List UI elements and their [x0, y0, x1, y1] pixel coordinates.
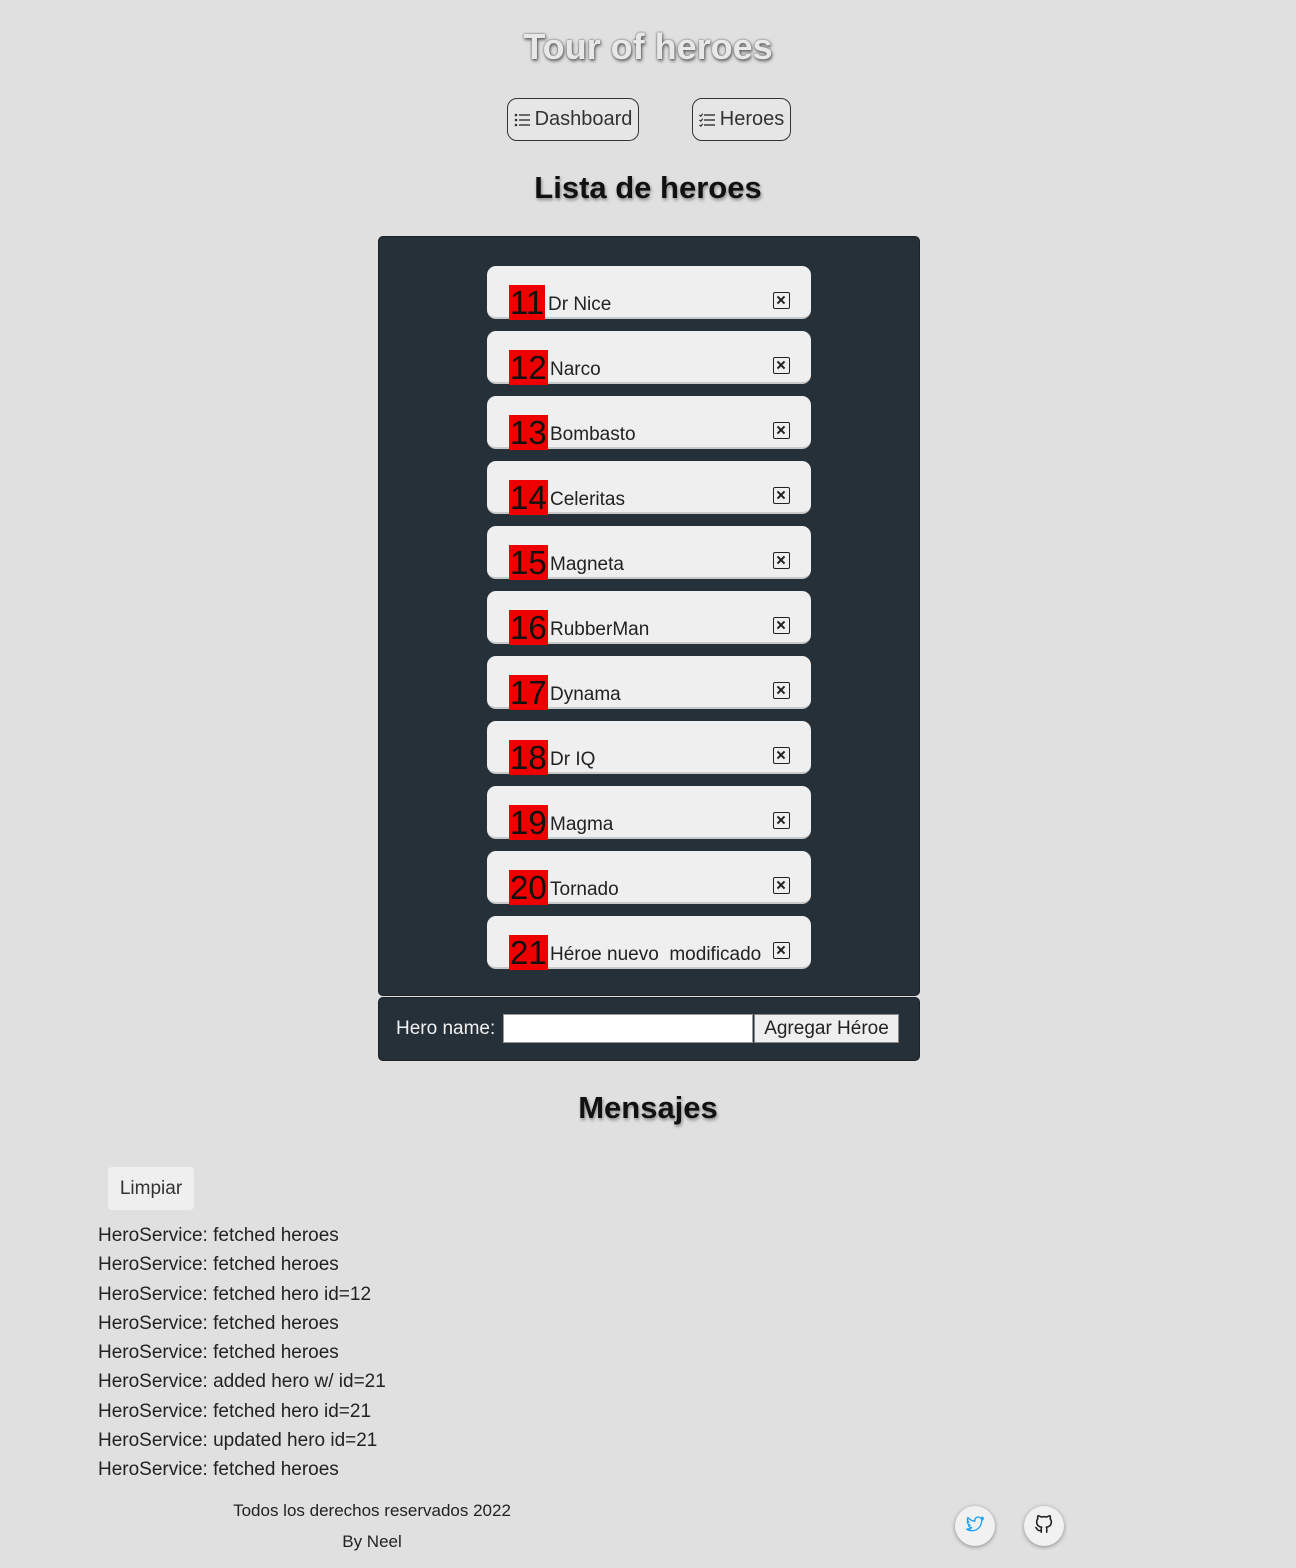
message-list: HeroService: fetched heroes HeroService:… [98, 1225, 386, 1489]
message-item: HeroService: fetched hero id=12 [98, 1283, 372, 1305]
hero-name: Dynama [550, 684, 621, 705]
delete-hero-button[interactable] [773, 942, 790, 959]
hero-name: Héroe nuevo modificado [550, 944, 762, 965]
hero-name: Tornado [550, 879, 619, 900]
hero-item[interactable]: 18 Dr IQ [487, 721, 811, 776]
hero-id-badge: 20 [509, 869, 548, 906]
hero-name: RubberMan [550, 619, 650, 640]
hero-name-input[interactable] [503, 1014, 753, 1043]
message-item: HeroService: fetched heroes [98, 1342, 339, 1364]
dashboard-button-label: Dashboard [534, 108, 633, 130]
delete-hero-button[interactable] [773, 487, 790, 504]
delete-hero-button[interactable] [773, 617, 790, 634]
delete-hero-button[interactable] [773, 292, 790, 309]
delete-hero-button[interactable] [773, 357, 790, 374]
twitter-link[interactable] [955, 1506, 995, 1546]
hero-name: Celeritas [550, 489, 625, 510]
delete-hero-button[interactable] [773, 747, 790, 764]
delete-hero-button[interactable] [773, 877, 790, 894]
hero-name-label: Hero name: [396, 1018, 496, 1039]
dashboard-button[interactable]: Dashboard [507, 98, 639, 141]
hero-item[interactable]: 12 Narco [487, 331, 811, 386]
footer-rights: Todos los derechos reservados 2022 [233, 1501, 511, 1520]
hero-id-badge: 15 [509, 544, 548, 581]
delete-hero-button[interactable] [773, 682, 790, 699]
message-item: HeroService: fetched heroes [98, 1254, 339, 1276]
hero-name: Magma [550, 814, 614, 835]
hero-item[interactable]: 19 Magma [487, 786, 811, 841]
message-item: HeroService: updated hero id=21 [98, 1430, 378, 1452]
list-icon [514, 113, 530, 127]
hero-item[interactable]: 21 Héroe nuevo modificado [487, 916, 811, 971]
hero-id-badge: 16 [509, 609, 548, 646]
hero-id-badge: 14 [509, 479, 548, 516]
message-item: HeroService: added hero w/ id=21 [98, 1371, 386, 1393]
hero-item[interactable]: 13 Bombasto [487, 396, 811, 451]
hero-id-badge: 21 [509, 934, 548, 971]
delete-hero-button[interactable] [773, 552, 790, 569]
message-item: HeroService: fetched hero id=21 [98, 1400, 372, 1422]
hero-id-badge: 17 [509, 674, 548, 711]
twitter-icon [964, 1514, 986, 1539]
app-title: Tour of heroes [523, 26, 773, 67]
hero-item[interactable]: 17 Dynama [487, 656, 811, 711]
message-item: HeroService: fetched heroes [98, 1459, 339, 1481]
delete-hero-button[interactable] [773, 812, 790, 829]
hero-item[interactable]: 20 Tornado [487, 851, 811, 906]
list-check-icon [698, 112, 715, 127]
github-link[interactable] [1024, 1506, 1064, 1546]
hero-id-badge: 12 [509, 349, 548, 386]
hero-id-badge: 13 [509, 414, 548, 451]
hero-item[interactable]: 14 Celeritas [487, 461, 811, 516]
hero-list-panel: 11 Dr Nice 12 Narco 13 Bombasto 14 Celer… [378, 236, 920, 996]
footer-author: By Neel [342, 1532, 402, 1551]
delete-hero-button[interactable] [773, 422, 790, 439]
add-hero-panel: Hero name: Agregar Héroe [378, 997, 920, 1061]
hero-name: Dr IQ [550, 749, 596, 770]
hero-item[interactable]: 16 RubberMan [487, 591, 811, 646]
hero-name: Bombasto [550, 424, 636, 445]
hero-id-badge: 11 [509, 284, 546, 321]
hero-item[interactable]: 11 Dr Nice [487, 266, 811, 321]
add-hero-button[interactable]: Agregar Héroe [754, 1014, 899, 1043]
messages-title: Mensajes [578, 1090, 718, 1125]
hero-id-badge: 19 [509, 804, 548, 841]
github-icon [1033, 1513, 1055, 1540]
hero-item[interactable]: 15 Magneta [487, 526, 811, 581]
hero-name: Magneta [550, 554, 624, 575]
message-item: HeroService: fetched heroes [98, 1312, 339, 1334]
hero-name: Dr Nice [548, 294, 612, 315]
hero-list-title: Lista de heroes [534, 170, 762, 205]
message-item: HeroService: fetched heroes [98, 1225, 339, 1246]
heroes-button-label: Heroes [719, 108, 785, 130]
clear-messages-button[interactable]: Limpiar [108, 1167, 194, 1210]
hero-id-badge: 18 [509, 739, 548, 776]
hero-name: Narco [550, 359, 601, 380]
heroes-button[interactable]: Heroes [692, 98, 791, 141]
